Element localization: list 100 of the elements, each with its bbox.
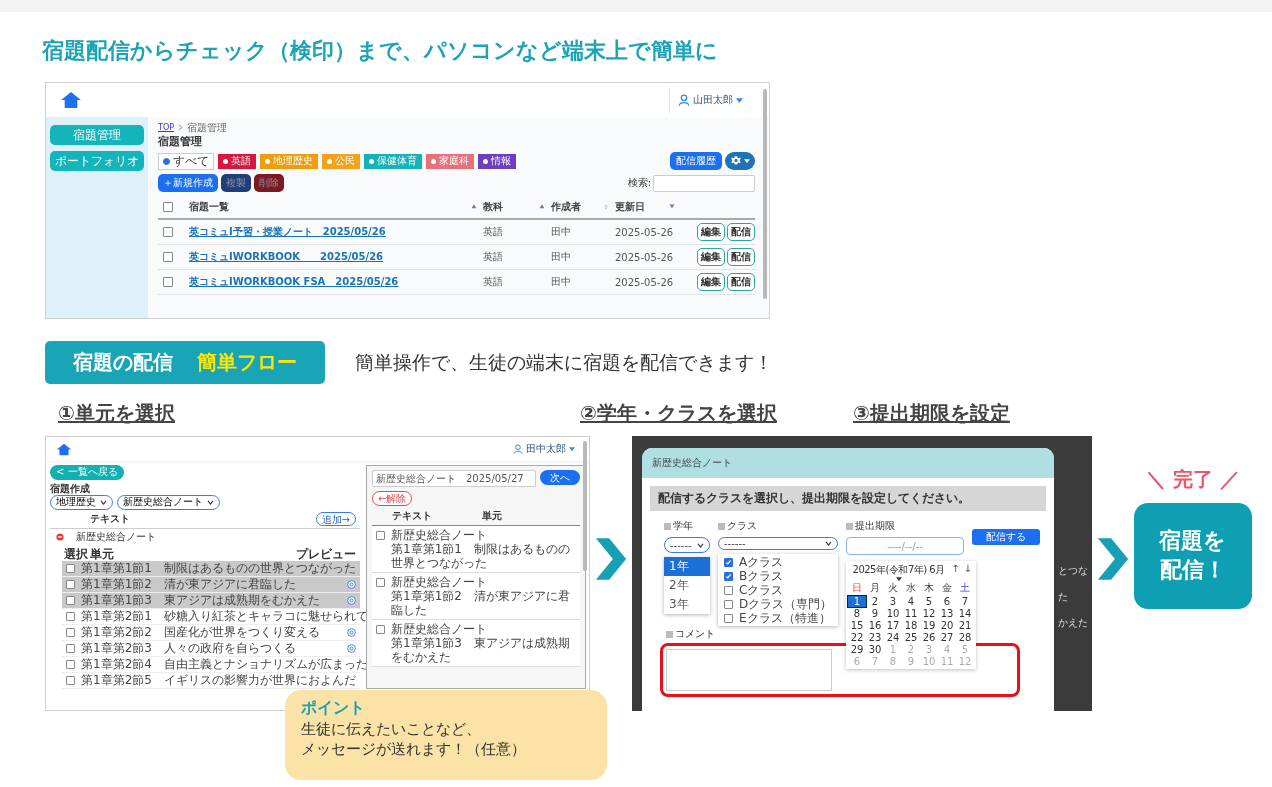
breadcrumb-link[interactable]: TOP <box>158 123 174 132</box>
calendar-day[interactable]: 3 <box>884 596 902 607</box>
select-field[interactable]: 地理歴史 <box>50 494 113 510</box>
checkbox[interactable] <box>163 227 173 237</box>
dropdown-option[interactable]: 1年 <box>664 557 710 576</box>
name-field[interactable]: 新歴史総合ノート 2025/05/27 <box>372 470 536 487</box>
scrollbar[interactable] <box>763 89 767 299</box>
user-menu[interactable]: 山田太郎 <box>676 91 745 109</box>
class-checkbox[interactable]: Bクラス <box>720 569 836 583</box>
sort-icon[interactable] <box>669 204 675 210</box>
calendar-day[interactable]: 7 <box>956 596 974 607</box>
class-checkbox[interactable]: Dクラス（専門） <box>720 597 836 611</box>
checkbox[interactable] <box>66 563 75 573</box>
checkbox[interactable] <box>163 202 173 212</box>
checkbox[interactable] <box>66 659 75 669</box>
calendar-day[interactable]: 25 <box>902 632 920 643</box>
calendar-day[interactable]: 24 <box>884 632 902 643</box>
calendar-day[interactable]: 18 <box>902 620 920 631</box>
comment-field[interactable] <box>666 649 832 691</box>
dropdown-option[interactable]: 3年 <box>664 595 710 614</box>
checkbox[interactable] <box>163 252 173 262</box>
calendar-day[interactable]: 2 <box>866 596 884 607</box>
calendar-day[interactable]: 15 <box>848 620 866 631</box>
calendar-day[interactable]: 10 <box>884 608 902 619</box>
homework-link[interactable]: 英コミュⅠWORKBOOK FSA 2025/05/26 <box>183 275 483 289</box>
caret-icon[interactable] <box>895 577 902 581</box>
deliver-button[interactable]: 配信する <box>972 529 1040 545</box>
class-checkbox[interactable]: Eクラス（特進） <box>720 611 836 625</box>
date-field[interactable]: ----/--/-- <box>846 537 964 555</box>
calendar-day[interactable]: 17 <box>884 620 902 631</box>
select-field[interactable]: ------ <box>718 537 838 550</box>
checkbox[interactable] <box>66 595 75 605</box>
filter-tag[interactable]: 情報 <box>478 153 516 169</box>
previous-month-button[interactable]: ↑ <box>949 563 962 574</box>
next-month-button[interactable]: ↓ <box>961 563 974 574</box>
calendar-day[interactable]: 19 <box>920 620 938 631</box>
scrollbar[interactable] <box>583 441 587 571</box>
homework-link[interactable]: 英コミュⅠWORKBOOK 2025/05/26 <box>183 250 483 264</box>
calendar-day[interactable]: 12 <box>920 608 938 619</box>
sort-icon[interactable] <box>539 204 545 210</box>
checkbox[interactable] <box>66 627 75 637</box>
checkbox[interactable] <box>376 531 385 540</box>
filter-tag[interactable]: 英語 <box>218 153 256 169</box>
checkbox[interactable] <box>376 625 385 634</box>
calendar-day[interactable]: 8 <box>848 608 866 619</box>
search-field[interactable] <box>653 174 755 192</box>
add-button[interactable]: 追加→ <box>315 511 356 526</box>
settings-button[interactable] <box>725 152 755 170</box>
select-field[interactable]: ------ <box>664 537 710 553</box>
checkbox[interactable] <box>66 675 75 685</box>
checkbox[interactable] <box>724 571 733 581</box>
checkbox[interactable] <box>163 277 173 287</box>
select-field[interactable]: 新歴史総合ノート <box>117 494 220 510</box>
checkbox[interactable] <box>66 611 75 621</box>
checkbox[interactable] <box>66 643 75 653</box>
column-header[interactable]: 更新日 <box>615 200 645 214</box>
calendar-day[interactable]: 27 <box>938 632 956 643</box>
homework-link[interactable]: 英コミュⅠ予習・授業ノート 2025/05/26 <box>183 225 483 239</box>
column-header[interactable]: 宿題一覧 <box>189 200 229 214</box>
calendar-day[interactable]: 9 <box>866 608 884 619</box>
column-header[interactable]: 作成者 <box>551 200 581 214</box>
row-button[interactable]: 編集 <box>697 273 725 291</box>
collapse-icon[interactable] <box>56 533 64 541</box>
history-button[interactable]: 配信履歴 <box>670 152 722 170</box>
row-button[interactable]: 編集 <box>697 248 725 266</box>
calendar-day[interactable]: 5 <box>920 596 938 607</box>
checkbox[interactable] <box>724 557 733 567</box>
calendar-day[interactable]: 16 <box>866 620 884 631</box>
calendar-day[interactable]: 1 <box>848 596 866 607</box>
action-button[interactable]: ＋新規作成 <box>158 174 218 192</box>
user-menu[interactable]: 田中太郎 <box>511 440 577 458</box>
unit-row[interactable]: 第1章第2節2 国産化が世界をつくり変える <box>62 624 360 641</box>
next-button[interactable]: 次へ <box>540 470 580 485</box>
checkbox[interactable] <box>724 585 733 595</box>
filter-radio[interactable]: すべて <box>158 152 214 170</box>
calendar-day[interactable]: 13 <box>938 608 956 619</box>
row-button[interactable]: 配信 <box>727 223 755 241</box>
calendar-day[interactable]: 20 <box>938 620 956 631</box>
class-checkbox[interactable]: Aクラス <box>720 555 836 569</box>
release-button[interactable]: ←解除 <box>372 491 413 506</box>
column-header[interactable]: 教科 <box>483 200 503 214</box>
row-button[interactable]: 配信 <box>727 273 755 291</box>
calendar-day[interactable]: 22 <box>848 632 866 643</box>
home-icon[interactable] <box>60 91 82 109</box>
calendar-day[interactable]: 26 <box>920 632 938 643</box>
calendar-day[interactable]: 6 <box>938 596 956 607</box>
home-icon[interactable] <box>56 442 72 456</box>
calendar-day[interactable]: 11 <box>902 608 920 619</box>
calendar-day[interactable]: 4 <box>902 596 920 607</box>
checkbox[interactable] <box>724 599 733 609</box>
class-checkbox[interactable]: Cクラス <box>720 583 836 597</box>
row-button[interactable]: 配信 <box>727 248 755 266</box>
sort-icon[interactable] <box>471 204 477 210</box>
checkbox[interactable] <box>376 578 385 587</box>
calendar-day[interactable]: 21 <box>956 620 974 631</box>
calendar-day[interactable]: 14 <box>956 608 974 619</box>
calendar-day[interactable]: 23 <box>866 632 884 643</box>
checkbox[interactable] <box>724 613 733 623</box>
row-button[interactable]: 編集 <box>697 223 725 241</box>
unit-row[interactable]: 第1章第2節3 人々の政府を自らつくる <box>62 640 360 657</box>
